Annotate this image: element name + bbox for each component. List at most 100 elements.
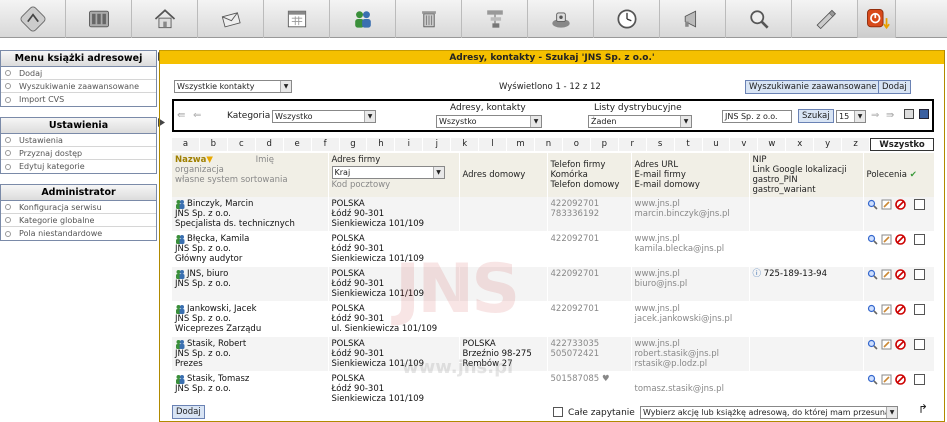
menu-item-import[interactable]: Import CVS — [1, 93, 156, 106]
view-icon[interactable] — [867, 304, 878, 315]
search-button[interactable]: Szukaj — [798, 109, 834, 123]
contact-name-link[interactable]: Stasik, Tomasz — [187, 374, 249, 384]
row-checkbox[interactable] — [913, 269, 925, 280]
scroll-top-icon[interactable]: ↱ — [918, 402, 928, 416]
letter-h[interactable]: h — [367, 138, 396, 151]
phone-link[interactable]: 501587085 ♥ — [551, 374, 610, 384]
search-icon[interactable] — [726, 0, 792, 38]
contact-name-link[interactable]: JNS, biuro — [187, 269, 228, 279]
letter-w[interactable]: w — [758, 138, 787, 151]
sort-first-name-link[interactable]: Imię — [256, 155, 274, 165]
edit-icon[interactable] — [881, 339, 892, 350]
url-link[interactable]: www.jns.pl — [635, 339, 680, 349]
delete-icon[interactable] — [894, 199, 906, 210]
add-button[interactable]: Dodaj — [878, 80, 911, 94]
logout-icon[interactable] — [858, 0, 896, 38]
sort-own-link[interactable]: własne system sortowania — [175, 175, 288, 185]
url-link[interactable]: www.jns.pl — [635, 304, 680, 314]
edit-icon[interactable] — [881, 234, 892, 245]
letter-l[interactable]: l — [479, 138, 508, 151]
contact-name-link[interactable]: Błęcka, Kamila — [187, 234, 249, 244]
sort-postal-link[interactable]: Kod pocztowy — [332, 180, 391, 190]
contacts-select[interactable]: Wszystkie kontakty ▼ — [174, 80, 292, 93]
email-link[interactable]: biuro@jns.pl — [635, 279, 688, 289]
email-link[interactable]: robert.stasik@jns.pl — [635, 349, 719, 359]
app-logo-icon[interactable] — [0, 0, 66, 38]
letter-i[interactable]: i — [395, 138, 424, 151]
row-checkbox[interactable] — [913, 374, 925, 385]
delete-icon[interactable] — [894, 374, 906, 385]
letter-s[interactable]: s — [646, 138, 675, 151]
row-checkbox[interactable] — [913, 234, 925, 245]
letter-v[interactable]: v — [730, 138, 759, 151]
letter-r[interactable]: r — [618, 138, 647, 151]
letter-t[interactable]: t — [674, 138, 703, 151]
menu-item-custom-fields[interactable]: Pola niestandardowe — [1, 227, 156, 240]
lists-select[interactable]: Żaden ▼ — [588, 115, 692, 128]
contact-name-link[interactable]: Binczyk, Marcin — [187, 199, 253, 209]
view-icon[interactable] — [867, 199, 878, 210]
row-checkbox[interactable] — [913, 339, 925, 350]
menu-item-settings[interactable]: Ustawienia — [1, 134, 156, 147]
advanced-search-button[interactable]: Wyszukiwanie zaawansowane — [745, 80, 881, 94]
url-link[interactable]: www.jns.pl — [635, 269, 680, 279]
delete-icon[interactable] — [894, 304, 906, 315]
network-icon[interactable] — [462, 0, 528, 38]
home-icon[interactable] — [132, 0, 198, 38]
letter-p[interactable]: p — [590, 138, 619, 151]
letter-a[interactable]: a — [172, 138, 200, 151]
addresses-select[interactable]: Wszystko ▼ — [436, 115, 542, 128]
letter-z[interactable]: z — [842, 138, 871, 151]
calendar-icon[interactable] — [264, 0, 330, 38]
mobile-link[interactable]: 783336192 — [551, 209, 600, 219]
letter-o[interactable]: o — [562, 138, 591, 151]
url-link[interactable]: www.jns.pl — [635, 234, 680, 244]
email2-link[interactable]: rstasik@p.lodz.pl — [635, 359, 708, 369]
letter-u[interactable]: u — [702, 138, 731, 151]
save-icon[interactable] — [919, 109, 929, 119]
prev-page-icon[interactable]: ⇐ — [193, 110, 201, 121]
last-page-icon[interactable]: ⇛ — [886, 110, 894, 121]
view-icon[interactable] — [867, 339, 878, 350]
view-icon[interactable] — [867, 269, 878, 280]
email-link[interactable]: tomasz.stasik@jns.pl — [635, 384, 724, 394]
email-link[interactable]: kamila.blecka@jns.pl — [635, 244, 725, 254]
phone-link[interactable]: 422092701 — [551, 304, 600, 314]
bottom-add-button[interactable]: Dodaj — [172, 405, 205, 419]
category-select[interactable]: Wszystko ▼ — [272, 110, 376, 123]
sort-organization-link[interactable]: organizacja — [175, 165, 224, 175]
letter-all[interactable]: Wszystko — [870, 138, 935, 151]
menu-item-advanced-search[interactable]: Wyszukiwanie zaawansowane — [1, 80, 156, 93]
phone-icon[interactable] — [528, 0, 594, 38]
letter-y[interactable]: y — [814, 138, 843, 151]
clock-icon[interactable] — [594, 0, 660, 38]
letter-c[interactable]: c — [227, 138, 256, 151]
next-page-icon[interactable]: ⇒ — [871, 110, 879, 121]
edit-icon[interactable] — [881, 269, 892, 280]
phone-link[interactable]: 422092701 — [551, 269, 600, 279]
check-all-icon[interactable]: ✔ — [910, 170, 917, 180]
per-page-select[interactable]: 15 ▼ — [836, 110, 866, 123]
edit-icon[interactable] — [881, 304, 892, 315]
letter-m[interactable]: m — [507, 138, 535, 151]
letter-x[interactable]: x — [786, 138, 815, 151]
country-select[interactable]: Kraj ▼ — [331, 166, 445, 179]
letter-k[interactable]: k — [451, 138, 480, 151]
row-checkbox[interactable] — [913, 199, 925, 210]
mail-icon[interactable] — [198, 0, 264, 38]
letter-e[interactable]: e — [283, 138, 312, 151]
mobile-link[interactable]: 505072421 — [551, 349, 600, 359]
contact-name-link[interactable]: Jankowski, Jacek — [187, 304, 257, 314]
letter-n[interactable]: n — [534, 138, 563, 151]
print-icon[interactable] — [904, 109, 914, 119]
action-select[interactable]: Wybierz akcję lub książkę adresową, do k… — [640, 406, 898, 419]
email-link[interactable]: marcin.binczyk@jns.pl — [635, 209, 730, 219]
letter-j[interactable]: j — [423, 138, 452, 151]
search-input[interactable]: JNS Sp. z o.o. — [722, 110, 792, 123]
menu-item-grant-access[interactable]: Przyznaj dostęp — [1, 147, 156, 160]
edit-icon[interactable] — [881, 199, 892, 210]
phone-link[interactable]: 422092701 — [551, 199, 600, 209]
trash-icon[interactable] — [396, 0, 462, 38]
phone-link[interactable]: 422733035 — [551, 339, 600, 349]
delete-icon[interactable] — [894, 339, 906, 350]
